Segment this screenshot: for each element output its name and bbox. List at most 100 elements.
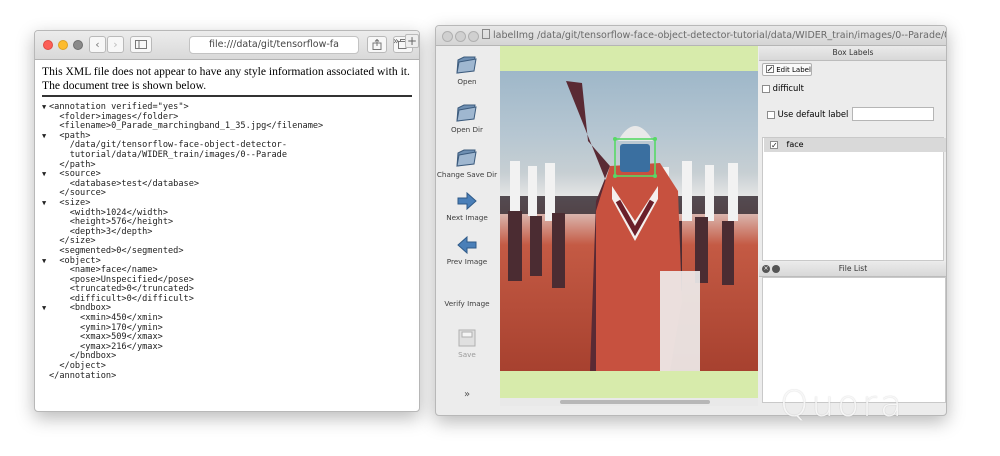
xml-line-text: <depth>3</depth> <box>49 226 153 237</box>
label-list-item[interactable]: face <box>764 138 946 153</box>
box-labels-panel: Edit Label difficult Use default label f… <box>759 61 946 261</box>
use-default-label-row[interactable]: Use default label <box>767 109 848 119</box>
collapse-triangle-icon[interactable]: ▼ <box>42 199 49 209</box>
xml-line: <filename>0_Parade_marchingband_1_35.jpg… <box>42 121 412 132</box>
image-canvas[interactable] <box>500 46 758 398</box>
edit-label-button[interactable]: Edit Label <box>762 63 812 76</box>
scrollbar-thumb[interactable] <box>560 400 710 404</box>
xml-line-text: <ymax>216</ymax> <box>49 341 163 352</box>
canvas-horizontal-scrollbar[interactable] <box>500 398 758 406</box>
folder-icon <box>456 56 477 74</box>
sidebar-icon <box>135 40 147 49</box>
xml-line-text: <bndbox> <box>49 303 112 314</box>
browser-window: ‹ › file:///data/git/tensorflow-fa This … <box>34 30 420 412</box>
difficult-checkbox[interactable] <box>762 84 770 93</box>
arrow-right-icon <box>457 192 477 210</box>
xml-line-text: tutorial/data/WIDER_train/images/0--Para… <box>49 149 287 160</box>
xml-line-text: /data/git/tensorflow-face-object-detecto… <box>49 140 287 151</box>
xml-style-notice: This XML file does not appear to have an… <box>42 65 412 97</box>
change-save-dir-button[interactable]: Change Save Dir <box>436 149 498 179</box>
xml-line-text: <pose>Unspecified</pose> <box>49 274 194 285</box>
difficult-checkbox-row[interactable]: difficult <box>762 83 804 93</box>
xml-line-text: <filename>0_Parade_marchingband_1_35.jpg… <box>49 121 324 132</box>
minimize-window-button[interactable] <box>455 31 466 42</box>
collapse-triangle-icon[interactable]: ▼ <box>42 103 49 113</box>
browser-toolbar: ‹ › file:///data/git/tensorflow-fa <box>35 31 419 60</box>
close-window-button[interactable] <box>43 40 53 50</box>
open-dir-button[interactable]: Open Dir <box>436 104 498 134</box>
folder-icon <box>456 104 477 122</box>
plus-icon: + <box>406 34 418 48</box>
overflow-chevron-icon[interactable]: » <box>393 36 399 47</box>
chevron-left-icon: ‹ <box>95 38 100 51</box>
use-default-label-checkbox[interactable] <box>767 110 775 119</box>
xml-line-text: <source> <box>49 169 101 180</box>
save-disk-icon <box>458 329 476 347</box>
collapse-triangle-icon[interactable]: ▼ <box>42 257 49 267</box>
xml-line-text: <height>576</height> <box>49 217 174 228</box>
xml-line-text: <size> <box>49 197 91 208</box>
prev-image-button[interactable]: Prev Image <box>436 236 498 266</box>
share-icon <box>372 38 382 50</box>
xml-line-text: </path> <box>49 159 96 170</box>
annotated-photo <box>500 71 758 371</box>
window-title: labelImg /data/git/tensorflow-face-objec… <box>482 29 946 41</box>
folder-icon <box>456 149 477 167</box>
xml-line: tutorial/data/WIDER_train/images/0--Para… <box>42 149 412 161</box>
address-bar[interactable]: file:///data/git/tensorflow-fa <box>189 36 359 54</box>
xml-line: <depth>3</depth> <box>42 226 412 238</box>
collapse-triangle-icon[interactable]: ▼ <box>42 170 49 180</box>
xml-line-text: </size> <box>49 236 96 247</box>
xml-line-text: <width>1024</width> <box>49 207 168 218</box>
xml-line-text: </bndbox> <box>49 351 117 362</box>
xml-line-text: </object> <box>49 361 106 372</box>
xml-line: </source> <box>42 189 412 199</box>
xml-document-tree: ▼ <annotation verified="yes"> <folder>ima… <box>42 102 412 382</box>
xml-line-text: </source> <box>49 188 106 199</box>
box-labels-dock-title: Box Labels <box>759 46 946 61</box>
open-button[interactable]: Open <box>436 56 498 86</box>
sidebar-toggle-button[interactable] <box>130 36 152 53</box>
collapse-triangle-icon[interactable]: ▼ <box>42 304 49 314</box>
xml-viewer: This XML file does not appear to have an… <box>35 60 419 411</box>
minimize-window-button[interactable] <box>58 40 68 50</box>
verify-image-button[interactable]: Verify Image <box>436 299 498 308</box>
collapse-triangle-icon[interactable]: ▼ <box>42 132 49 142</box>
zoom-window-button[interactable] <box>73 40 83 50</box>
url-text: file:///data/git/tensorflow-fa <box>209 39 339 50</box>
xml-line-text: <ymin>170</ymin> <box>49 322 163 333</box>
labelimg-window: labelImg /data/git/tensorflow-face-objec… <box>435 25 947 416</box>
xml-line-text: </annotation> <box>49 370 117 381</box>
xml-line-text: <truncated>0</truncated> <box>49 284 194 295</box>
share-button[interactable] <box>367 36 387 53</box>
label-list[interactable]: face <box>762 137 946 261</box>
xml-line-text: <database>test</database> <box>49 178 200 189</box>
file-list-dock-title: × File List <box>759 262 946 277</box>
edit-pencil-icon <box>766 65 774 73</box>
next-image-button[interactable]: Next Image <box>436 192 498 222</box>
forward-button[interactable]: › <box>107 36 124 53</box>
watermark-logo: Quora <box>780 384 906 425</box>
document-icon <box>482 29 490 39</box>
dock-close-icon[interactable]: × <box>762 265 770 273</box>
save-button[interactable]: Save <box>436 329 498 359</box>
dock-float-icon[interactable] <box>772 265 780 273</box>
default-label-input[interactable] <box>852 107 934 121</box>
xml-line: </annotation> <box>42 370 412 382</box>
xml-line-text: <difficult>0</difficult> <box>49 293 194 304</box>
toolbar-expand-icon[interactable]: » <box>436 389 498 400</box>
labelimg-titlebar: labelImg /data/git/tensorflow-face-objec… <box>436 26 946 46</box>
xml-line-text: <name>face</name> <box>49 265 158 276</box>
xml-line-text: <annotation verified="yes"> <box>49 102 189 112</box>
xml-line-text: <path> <box>49 130 91 141</box>
xml-line-text: <xmin>450</xmin> <box>49 313 163 324</box>
back-button[interactable]: ‹ <box>89 36 106 53</box>
xml-line-text: <xmax>509</xmax> <box>49 332 163 343</box>
marching-band-image <box>500 81 758 371</box>
close-window-button[interactable] <box>442 31 453 42</box>
zoom-window-button[interactable] <box>468 31 479 42</box>
arrow-left-icon <box>457 236 477 254</box>
label-visible-checkbox[interactable] <box>770 139 778 153</box>
xml-line-text: <object> <box>49 255 101 266</box>
new-tab-button[interactable]: + <box>405 34 419 48</box>
